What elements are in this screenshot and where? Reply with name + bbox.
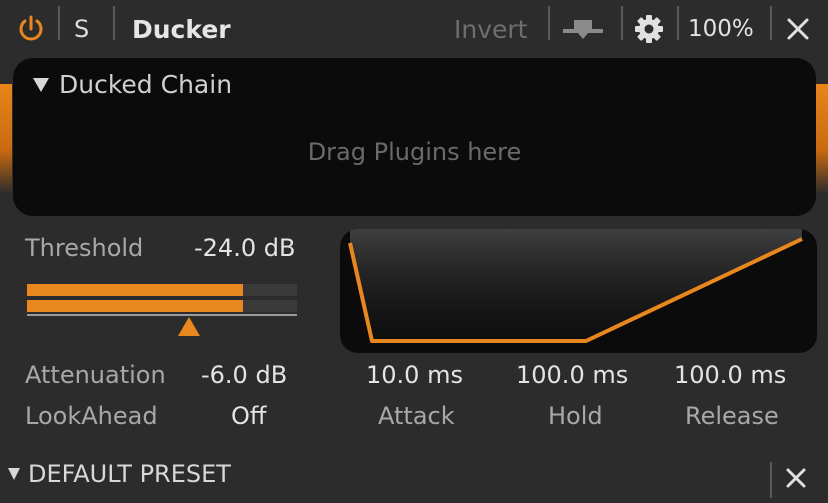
attack-value[interactable]: 10.0 ms xyxy=(366,361,463,389)
header-divider xyxy=(770,6,772,40)
threshold-value[interactable]: -24.0 dB xyxy=(194,234,295,262)
invert-button[interactable]: Invert xyxy=(454,0,527,58)
meter-fill-left xyxy=(27,284,243,296)
lookahead-label: LookAhead xyxy=(25,402,158,430)
accent-bar-right xyxy=(816,84,828,194)
header: S Ducker Invert 100% xyxy=(0,0,828,58)
threshold-label: Threshold xyxy=(25,234,144,262)
preset-name: DEFAULT PRESET xyxy=(28,460,231,488)
close-icon[interactable] xyxy=(784,466,812,494)
attenuation-value[interactable]: -6.0 dB xyxy=(201,361,287,389)
drop-hint: Drag Plugins here xyxy=(307,138,522,166)
footer-divider xyxy=(770,462,772,498)
ducked-chain-header[interactable]: Ducked Chain xyxy=(33,70,232,99)
preset-bar: DEFAULT PRESET xyxy=(0,452,828,503)
collapse-triangle-icon[interactable] xyxy=(33,77,49,92)
preset-selector[interactable]: DEFAULT PRESET xyxy=(8,460,231,488)
attenuation-label: Attenuation xyxy=(25,361,166,389)
lookahead-value[interactable]: Off xyxy=(231,402,266,430)
envelope-graph[interactable] xyxy=(340,229,817,353)
gear-icon[interactable] xyxy=(632,0,666,58)
header-divider xyxy=(113,6,115,40)
header-divider xyxy=(677,6,679,40)
header-divider xyxy=(58,6,60,40)
preset-triangle-icon[interactable] xyxy=(8,468,20,480)
header-divider xyxy=(548,6,550,40)
release-label: Release xyxy=(685,402,779,430)
threshold-meter[interactable] xyxy=(27,282,297,316)
threshold-scale-line xyxy=(27,314,297,316)
meter-fill-right xyxy=(27,300,243,312)
plugin-title: Ducker xyxy=(132,14,231,44)
zoom-button[interactable]: 100% xyxy=(688,0,754,58)
header-divider xyxy=(621,6,623,40)
solo-button[interactable]: S xyxy=(74,0,89,58)
route-icon[interactable] xyxy=(560,0,606,58)
ducked-chain-panel[interactable]: Ducked Chain Drag Plugins here xyxy=(13,58,816,216)
close-icon[interactable] xyxy=(782,0,814,58)
ducker-plugin: S Ducker Invert 100% Ducked Chain Drag P… xyxy=(0,0,828,503)
threshold-marker-icon[interactable] xyxy=(178,317,200,336)
power-icon[interactable] xyxy=(14,0,48,58)
hold-label: Hold xyxy=(548,402,603,430)
hold-value[interactable]: 100.0 ms xyxy=(516,361,628,389)
accent-bar-left xyxy=(0,84,12,194)
attack-label: Attack xyxy=(378,402,455,430)
ducked-chain-title: Ducked Chain xyxy=(59,70,233,99)
release-value[interactable]: 100.0 ms xyxy=(674,361,786,389)
